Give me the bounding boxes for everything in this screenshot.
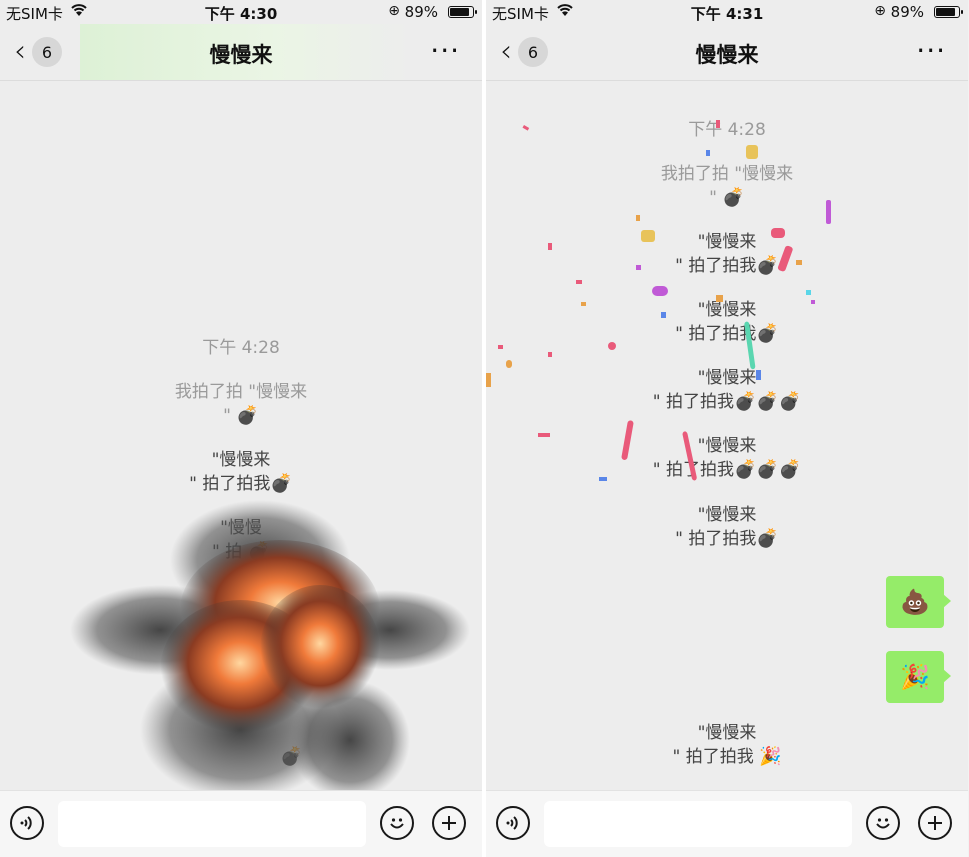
message-input[interactable] [544, 801, 852, 847]
pat-message: "慢慢来 " 拍了拍我💣 [675, 505, 779, 549]
message-input[interactable] [58, 801, 366, 847]
more-icon[interactable]: ··· [916, 34, 946, 67]
plus-icon[interactable] [918, 806, 952, 840]
input-bar [0, 790, 482, 857]
orientation-lock-icon: ⊕ [874, 3, 886, 19]
timestamp: 下午 4:28 [688, 120, 766, 140]
battery-percent: 89% [890, 3, 924, 21]
voice-icon[interactable] [10, 806, 44, 840]
bomb-icon: 💣 [280, 746, 303, 767]
pat-message: 我拍了拍 "慢慢来 " 💣 [174, 382, 308, 426]
nav-bar: ‹ 6 慢慢来 ··· [0, 24, 482, 80]
bomb-icon: 💣 [722, 187, 745, 208]
more-icon[interactable]: ··· [430, 34, 460, 67]
pat-message: "慢慢 " 拍 💣 [211, 518, 271, 562]
battery-icon [934, 6, 963, 18]
battery-fill [936, 8, 956, 16]
timestamp: 下午 4:28 [202, 338, 280, 358]
pat-message: "慢慢来 " 拍了拍我 🎉 [672, 723, 782, 767]
pat-message: 我拍了拍 "慢慢来 " 💣 [660, 164, 794, 208]
battery-percent: 89% [404, 3, 438, 21]
pat-message: "慢慢来 " 拍了拍我💣 [675, 300, 779, 344]
emoji-icon[interactable] [380, 806, 414, 840]
emoji-icon[interactable] [866, 806, 900, 840]
bomb-icon: 💣 [270, 473, 293, 494]
chat-title: 慢慢来 [209, 43, 273, 67]
orientation-lock-icon: ⊕ [388, 3, 400, 19]
nav-bar: ‹ 6 慢慢来 ··· [486, 24, 968, 80]
party-popper-icon: 🎉 [759, 746, 782, 767]
pat-message: "慢慢来 " 拍了拍我💣 [189, 450, 293, 494]
bomb-icon: 💣 [756, 323, 779, 344]
input-bar [486, 790, 968, 857]
bomb-icon: 💣💣💣 [733, 459, 802, 480]
battery-fill [450, 8, 470, 16]
chat-screen-right: 无SIM卡 下午 4:31 ⊕ 89% ‹ 6 慢慢来 ··· 下午 4:28 … [486, 0, 968, 857]
status-bar: 无SIM卡 下午 4:30 ⊕ 89% [0, 0, 482, 24]
pat-message: "慢慢来 " 拍了拍我💣💣💣 [652, 368, 802, 412]
pat-message: "慢慢来 " 拍了拍我💣💣💣 [652, 436, 802, 480]
voice-icon[interactable] [496, 806, 530, 840]
party-popper-icon[interactable]: 🎉 [886, 651, 951, 703]
battery-icon [448, 6, 477, 18]
poop-icon[interactable]: 💩 [886, 576, 951, 628]
sent-message: 🎉 [884, 651, 951, 703]
status-bar: 无SIM卡 下午 4:31 ⊕ 89% [486, 0, 968, 24]
bomb-icon: 💣 [247, 541, 271, 562]
pat-message: "慢慢来 " 拍了拍我💣 [675, 232, 779, 276]
pat-message: 💣 [280, 745, 302, 769]
bomb-icon: 💣 [756, 255, 779, 276]
bomb-icon: 💣💣💣 [733, 391, 802, 412]
chat-screen-left: 无SIM卡 下午 4:30 ⊕ 89% ‹ 6 慢慢来 ··· 下午 4:28 … [0, 0, 482, 857]
plus-icon[interactable] [432, 806, 466, 840]
bomb-icon: 💣 [756, 528, 779, 549]
chat-title: 慢慢来 [695, 43, 759, 67]
sent-message: 💩 [884, 576, 951, 628]
bomb-icon: 💣 [236, 405, 259, 426]
